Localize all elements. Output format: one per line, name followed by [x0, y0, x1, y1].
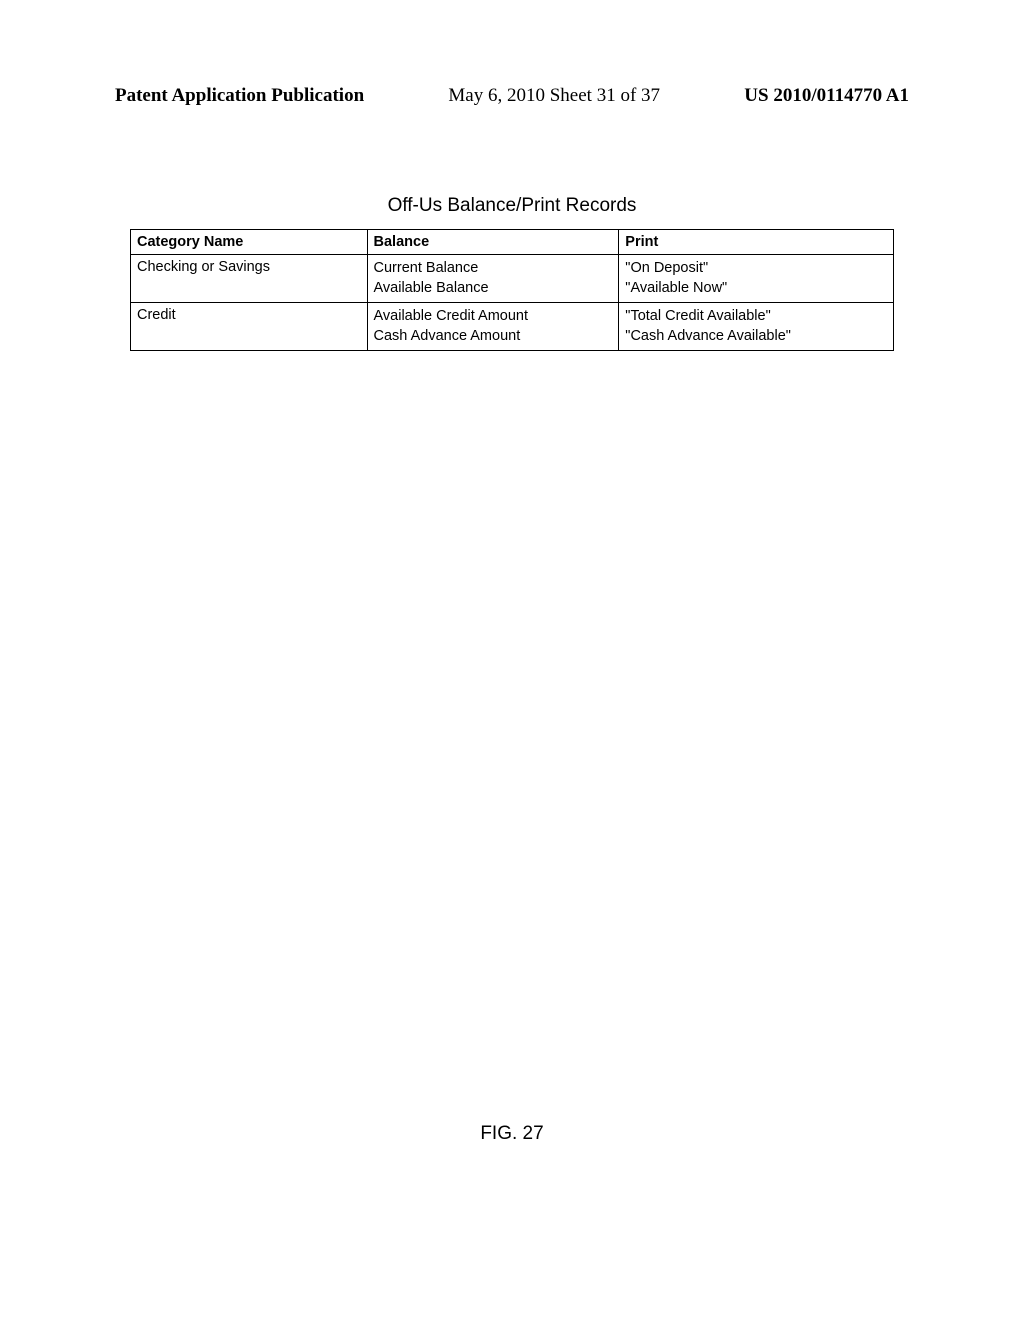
- records-table: Category Name Balance Print Checking or …: [130, 229, 894, 351]
- print-line: "Total Credit Available": [625, 307, 887, 327]
- print-line: "On Deposit": [625, 259, 887, 279]
- header-category: Category Name: [131, 230, 368, 255]
- cell-print: "Total Credit Available" "Cash Advance A…: [619, 303, 894, 351]
- figure-label: FIG. 27: [0, 1123, 1024, 1145]
- print-line: "Available Now": [625, 279, 887, 299]
- balance-line: Available Credit Amount: [374, 307, 613, 327]
- header-doc-number: US 2010/0114770 A1: [744, 85, 909, 107]
- header-publication: Patent Application Publication: [115, 85, 364, 107]
- header-date-sheet: May 6, 2010 Sheet 31 of 37: [448, 85, 660, 107]
- page-header: Patent Application Publication May 6, 20…: [115, 85, 909, 107]
- balance-line: Current Balance: [374, 259, 613, 279]
- cell-category: Credit: [131, 303, 368, 351]
- content-area: Off-Us Balance/Print Records Category Na…: [130, 195, 894, 351]
- cell-balance: Available Credit Amount Cash Advance Amo…: [367, 303, 619, 351]
- header-balance: Balance: [367, 230, 619, 255]
- table-title: Off-Us Balance/Print Records: [130, 195, 894, 217]
- table-row: Credit Available Credit Amount Cash Adva…: [131, 303, 894, 351]
- cell-balance: Current Balance Available Balance: [367, 255, 619, 303]
- table-row: Checking or Savings Current Balance Avai…: [131, 255, 894, 303]
- cell-print: "On Deposit" "Available Now": [619, 255, 894, 303]
- header-print: Print: [619, 230, 894, 255]
- balance-line: Cash Advance Amount: [374, 327, 613, 347]
- balance-line: Available Balance: [374, 279, 613, 299]
- print-line: "Cash Advance Available": [625, 327, 887, 347]
- table-header-row: Category Name Balance Print: [131, 230, 894, 255]
- cell-category: Checking or Savings: [131, 255, 368, 303]
